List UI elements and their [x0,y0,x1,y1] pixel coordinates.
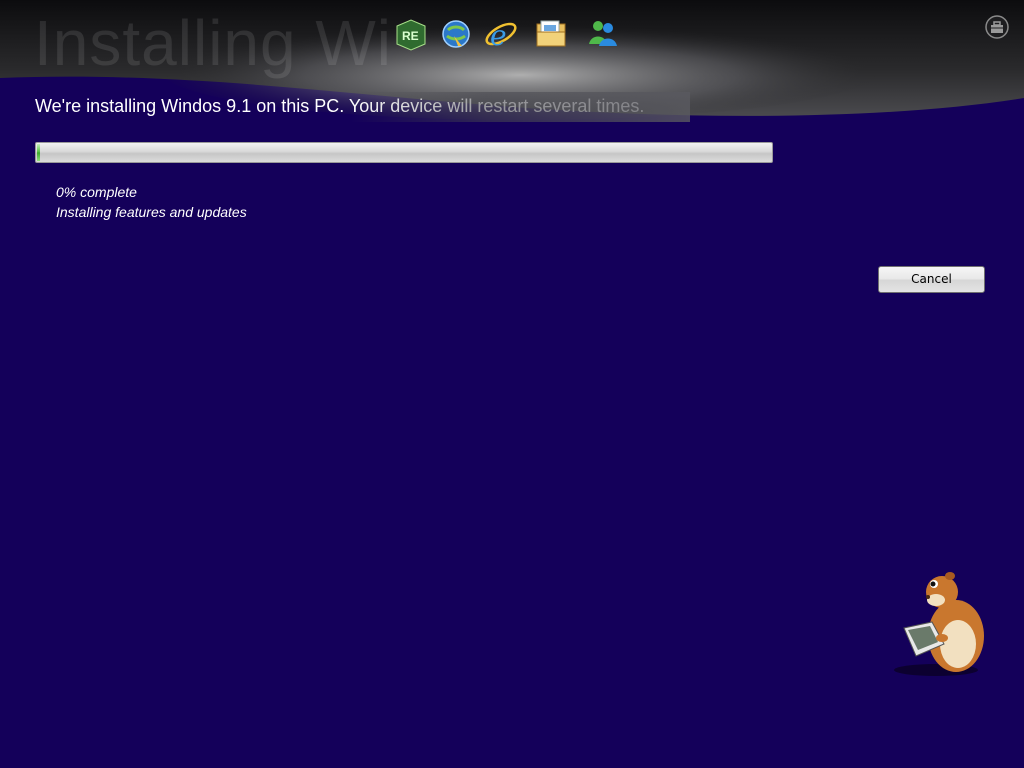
dock: RE e [385,16,635,74]
svg-text:RE: RE [402,29,419,43]
progress-bar [35,142,773,163]
svg-text:e: e [490,19,507,52]
messenger-icon[interactable] [585,16,621,52]
installer-screen: Installing Wi RE e We're installing Wind… [0,0,1024,768]
cancel-button[interactable]: Cancel [878,266,985,293]
status-block: 0% complete Installing features and upda… [56,182,247,222]
mixed-reality-icon[interactable]: RE [393,16,429,52]
current-task-text: Installing features and updates [56,204,247,220]
hamster-mascot-image [894,572,984,676]
internet-explorer-icon[interactable]: e [483,16,519,52]
browser-globe-icon[interactable] [438,16,474,52]
toolbox-icon[interactable] [984,14,1010,40]
progress-fill [37,144,40,161]
percent-complete-text: 0% complete [56,184,137,200]
folder-icon[interactable] [533,16,569,52]
install-headline: We're installing Windos 9.1 on this PC. … [35,96,645,116]
